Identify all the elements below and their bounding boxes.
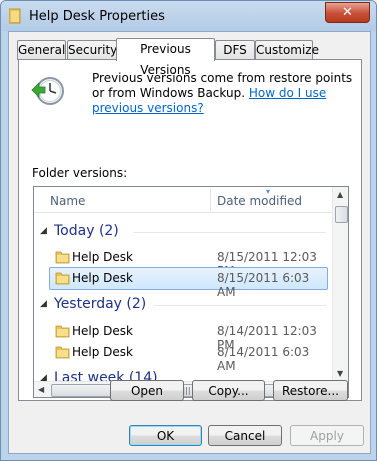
folder-icon (55, 272, 70, 285)
copy-button[interactable]: Copy... (192, 380, 265, 401)
apply-button[interactable]: Apply (290, 425, 364, 446)
tab-general[interactable]: General (17, 40, 66, 60)
group-divider (154, 305, 326, 306)
scroll-down-arrow-icon[interactable]: ▼ (337, 369, 343, 378)
folder-icon (55, 346, 70, 359)
restore-button[interactable]: Restore... (273, 380, 348, 401)
description: Previous versions come from restore poin… (92, 71, 354, 116)
open-button[interactable]: Open (110, 380, 184, 401)
tab-dfs[interactable]: DFS (215, 40, 255, 60)
item-name: Help Desk (72, 324, 133, 338)
list-item-selected[interactable]: Help Desk 8/15/2011 6:03 AM (49, 267, 328, 299)
folder-versions-label: Folder versions: (32, 166, 128, 180)
vertical-scrollbar[interactable]: ▲ ▼ (332, 187, 348, 381)
collapse-triangle-icon: ◢ (40, 299, 47, 309)
properties-window: Help Desk Properties ✕ General Security … (0, 0, 377, 461)
item-name: Help Desk (72, 250, 133, 264)
list-header: Name ▾ Date modified (34, 187, 332, 213)
scroll-left-arrow-icon[interactable]: ◀ (38, 385, 44, 394)
close-icon: ✕ (342, 5, 353, 20)
item-name: Help Desk (72, 271, 133, 285)
scroll-up-arrow-icon[interactable]: ▲ (337, 190, 343, 199)
versions-list[interactable]: Name ▾ Date modified ◢ Today (2) Help De… (33, 186, 349, 398)
title-bar[interactable]: Help Desk Properties ✕ (1, 1, 376, 31)
item-name: Help Desk (72, 345, 133, 359)
group-label: Yesterday (2) (54, 296, 147, 312)
column-header-date-modified[interactable]: Date modified (217, 194, 302, 208)
folder-icon (55, 325, 70, 338)
dialog-client-area: General Security Previous Versions DFS C… (8, 31, 371, 454)
folder-icon (55, 251, 70, 264)
group-header-today[interactable]: ◢ Today (2) (34, 221, 332, 243)
restore-clock-icon (31, 77, 64, 105)
column-header-name[interactable]: Name (50, 194, 85, 208)
list-item[interactable]: Help Desk 8/14/2011 12:03 PM (49, 320, 328, 352)
group-header-yesterday[interactable]: ◢ Yesterday (2) (34, 294, 332, 316)
group-label: Today (2) (54, 223, 119, 239)
tab-customize[interactable]: Customize (255, 40, 319, 60)
column-separator[interactable] (210, 189, 211, 211)
folder-icon (9, 8, 21, 24)
tab-security[interactable]: Security (67, 40, 117, 60)
previous-versions-panel: Previous versions come from restore poin… (18, 59, 362, 401)
vertical-scroll-thumb[interactable] (335, 206, 348, 223)
tab-previous-versions[interactable]: Previous Versions (116, 38, 215, 77)
ok-button[interactable]: OK (129, 425, 202, 446)
list-item[interactable]: Help Desk 8/15/2011 12:03 PM (49, 246, 328, 278)
list-item[interactable]: Help Desk 8/14/2011 6:03 AM (49, 341, 328, 373)
group-divider (134, 232, 326, 233)
close-button[interactable]: ✕ (325, 2, 370, 23)
collapse-triangle-icon: ◢ (40, 226, 47, 236)
window-title: Help Desk Properties (29, 9, 165, 24)
cancel-button[interactable]: Cancel (208, 425, 282, 446)
